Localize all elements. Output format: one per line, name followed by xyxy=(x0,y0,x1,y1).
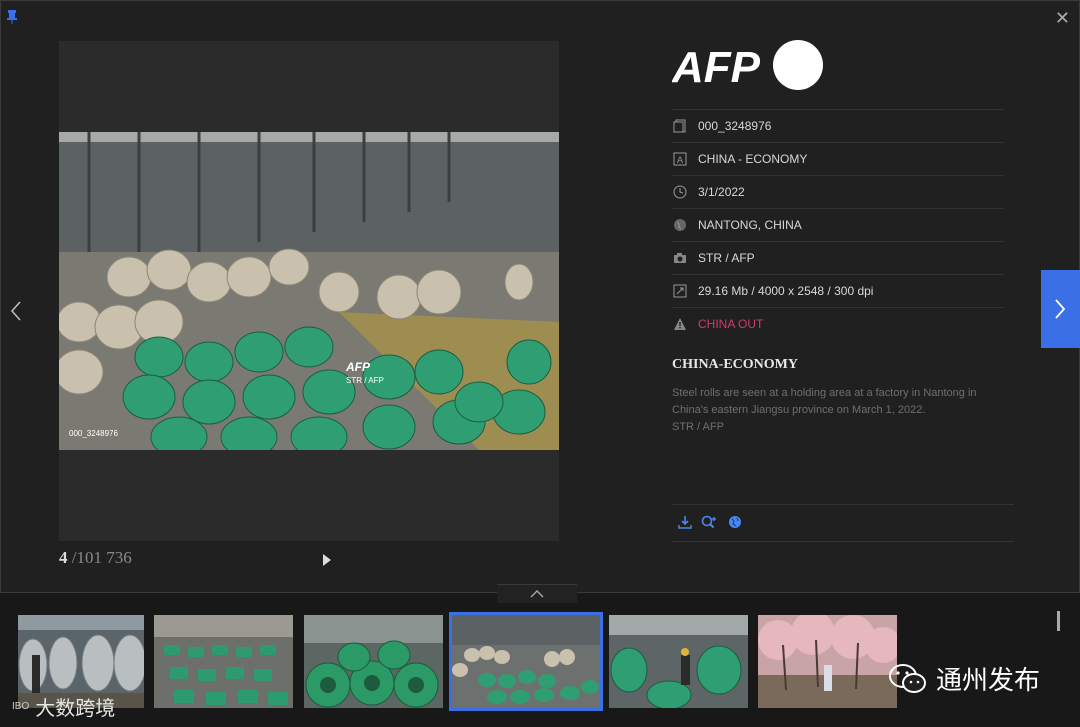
chevron-left-icon xyxy=(10,301,21,321)
meta-restriction-text: CHINA OUT xyxy=(698,317,764,331)
watermark-credit: STR / AFP xyxy=(346,376,384,385)
thumbnail-2[interactable] xyxy=(154,615,293,708)
overlay-brand-right-text: 通州发布 xyxy=(936,665,1041,695)
thumbnail-4-selected[interactable] xyxy=(449,612,603,711)
meta-category-text: CHINA - ECONOMY xyxy=(698,152,808,166)
counter-current: 4 xyxy=(59,548,68,567)
document-icon xyxy=(673,119,686,133)
globe-icon xyxy=(674,219,686,231)
meta-date-text: 3/1/2022 xyxy=(698,185,745,199)
caption-text: Steel rolls are seen at a holding area a… xyxy=(672,387,977,416)
metadata-list: 000_3248976 A CHINA - ECONOMY 3/1/2022 N… xyxy=(672,109,1004,340)
warning-icon xyxy=(674,318,686,330)
meta-id: 000_3248976 xyxy=(672,109,1004,142)
thumbnail-5[interactable] xyxy=(609,615,748,708)
overlay-brand-left-mini: IBO xyxy=(12,701,30,712)
strip-scrollbar[interactable] xyxy=(1057,611,1060,631)
overlay-brand-left: IBO 大数跨境 xyxy=(12,692,115,721)
chevron-up-icon xyxy=(530,590,544,598)
meta-restriction: CHINA OUT xyxy=(672,307,1004,340)
counter-total: /101 736 xyxy=(67,548,132,567)
overlay-brand-left-text: 大数跨境 xyxy=(35,698,116,720)
chevron-right-icon xyxy=(1055,299,1066,319)
next-image-button[interactable] xyxy=(1041,270,1080,348)
story-title: CHINA-ECONOMY xyxy=(672,357,798,372)
collapse-strip-button[interactable] xyxy=(497,584,577,603)
meta-file-info-text: 29.16 Mb / 4000 x 2548 / 300 dpi xyxy=(698,284,874,298)
agency-logo: AFP xyxy=(671,40,827,97)
action-bar xyxy=(672,504,1014,542)
meta-date: 3/1/2022 xyxy=(672,175,1004,208)
meta-credit: STR / AFP xyxy=(672,241,1004,274)
overlay-brand-right: 通州发布 xyxy=(888,660,1040,697)
meta-category: A CHINA - ECONOMY xyxy=(672,142,1004,175)
watermark-id: 000_3248976 xyxy=(69,429,118,438)
wechat-icon xyxy=(889,663,926,693)
meta-location: NANTONG, CHINA xyxy=(672,208,1004,241)
caption-credit: STR / AFP xyxy=(672,421,724,433)
resize-icon xyxy=(673,284,687,298)
story-caption: Steel rolls are seen at a holding area a… xyxy=(672,385,1007,436)
camera-icon xyxy=(674,253,686,263)
main-photo[interactable]: 000_3248976 AFP STR / AFP xyxy=(59,132,559,450)
agency-logo-text: AFP xyxy=(672,43,761,92)
meta-credit-text: STR / AFP xyxy=(698,251,755,265)
web-icon[interactable] xyxy=(728,515,742,529)
thumbnail-6[interactable] xyxy=(758,615,897,708)
clock-icon xyxy=(673,185,687,199)
previous-image-button[interactable] xyxy=(6,296,26,326)
meta-location-text: NANTONG, CHINA xyxy=(698,218,802,232)
pin-icon[interactable] xyxy=(6,10,18,24)
meta-id-text: 000_3248976 xyxy=(698,119,772,133)
category-icon: A xyxy=(673,152,687,166)
watermark-logo: AFP xyxy=(346,360,370,374)
close-icon[interactable]: ✕ xyxy=(1055,8,1070,29)
zoom-in-icon[interactable] xyxy=(701,515,718,529)
photo-panel: 000_3248976 AFP STR / AFP xyxy=(59,41,559,541)
svg-text:A: A xyxy=(677,155,683,165)
meta-file-info: 29.16 Mb / 4000 x 2548 / 300 dpi xyxy=(672,274,1004,307)
download-icon[interactable] xyxy=(678,515,692,529)
thumbnail-3[interactable] xyxy=(304,615,443,708)
play-icon[interactable] xyxy=(322,553,332,567)
image-counter: 4 /101 736 xyxy=(59,548,132,568)
